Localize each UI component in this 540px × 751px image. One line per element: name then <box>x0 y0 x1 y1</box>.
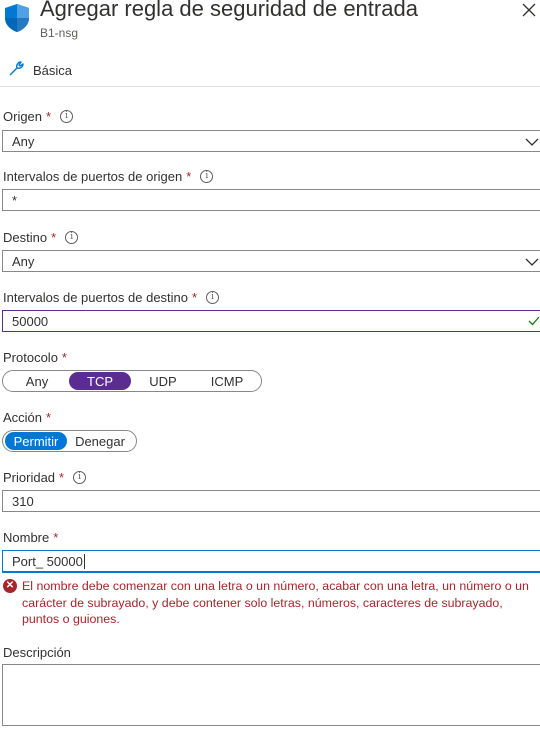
required-marker: * <box>59 470 65 485</box>
puertos-origen-input[interactable]: * <box>2 189 540 211</box>
chevron-down-icon <box>525 135 539 149</box>
nombre-label: Nombre * <box>3 530 59 545</box>
info-icon[interactable]: i <box>206 291 220 304</box>
accion-option-permitir[interactable]: Permitir <box>5 432 67 450</box>
checkmark-icon <box>527 314 540 328</box>
page-title: Agregar regla de seguridad de entrada <box>40 0 418 21</box>
protocolo-option-udp[interactable]: UDP <box>131 372 195 390</box>
info-icon[interactable]: i <box>200 170 214 183</box>
origen-select[interactable]: Any <box>2 130 540 152</box>
protocolo-option-icmp[interactable]: ICMP <box>195 372 259 390</box>
required-marker: * <box>51 230 57 245</box>
text-cursor <box>83 553 85 569</box>
destino-select[interactable]: Any <box>2 250 540 272</box>
protocolo-label: Protocolo * <box>3 350 67 365</box>
accion-label: Acción * <box>3 410 52 425</box>
tab-basica[interactable]: Básica <box>8 60 72 80</box>
error-text: El nombre debe comenzar con una letra o … <box>22 579 529 626</box>
protocolo-option-any[interactable]: Any <box>5 372 69 390</box>
shield-icon <box>3 3 31 33</box>
descripcion-textarea[interactable] <box>2 664 540 726</box>
chevron-down-icon <box>525 255 539 269</box>
puertos-destino-input[interactable]: 50000 <box>2 310 540 332</box>
info-icon[interactable]: i <box>65 231 79 244</box>
accion-option-denegar[interactable]: Denegar <box>67 432 133 450</box>
prioridad-label: Prioridad * i <box>3 470 87 485</box>
required-marker: * <box>192 290 198 305</box>
tab-label: Básica <box>33 62 73 78</box>
puertos-origen-label: Intervalos de puertos de origen * i <box>3 169 214 184</box>
protocolo-option-tcp[interactable]: TCP <box>69 372 131 390</box>
close-icon[interactable] <box>518 0 540 22</box>
required-marker: * <box>46 109 52 124</box>
protocolo-segmented: Any TCP UDP ICMP <box>2 370 262 392</box>
destino-label: Destino * i <box>3 230 79 245</box>
info-icon[interactable]: i <box>73 471 87 484</box>
error-icon: ✕ <box>3 579 17 593</box>
wrench-icon <box>8 60 25 80</box>
origen-label: Origen * i <box>3 109 74 124</box>
nombre-input[interactable]: Port_ 50000 <box>2 550 540 573</box>
divider <box>0 86 540 87</box>
descripcion-label: Descripción <box>3 645 71 660</box>
nombre-error-message: ✕ El nombre debe comenzar con una letra … <box>3 578 540 628</box>
required-marker: * <box>53 530 59 545</box>
info-icon[interactable]: i <box>60 110 74 123</box>
page-subtitle: B1-nsg <box>40 26 79 40</box>
required-marker: * <box>61 350 67 365</box>
accion-segmented: Permitir Denegar <box>2 430 137 452</box>
prioridad-input[interactable]: 310 <box>2 490 540 512</box>
puertos-destino-label: Intervalos de puertos de destino * i <box>3 290 220 305</box>
required-marker: * <box>46 410 52 425</box>
required-marker: * <box>186 169 192 184</box>
